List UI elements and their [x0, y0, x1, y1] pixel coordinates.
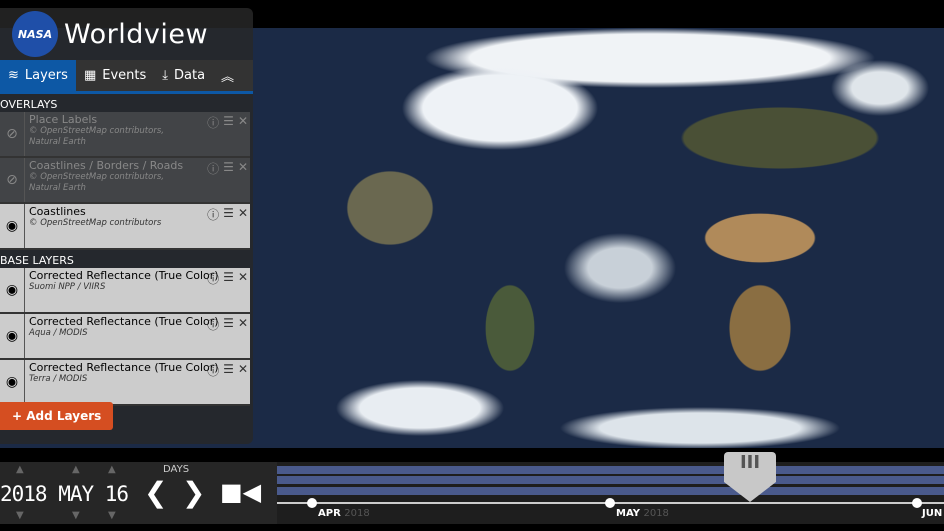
collapse-button[interactable]: ︽ [213, 60, 242, 91]
settings-sliders-icon[interactable]: ☰ [223, 316, 234, 333]
info-icon[interactable]: ⓘ [207, 114, 219, 131]
layers-icon: ≋ [8, 68, 19, 83]
chevron-up-icon: ︽ [221, 70, 235, 85]
year-up-arrow[interactable]: ▲ [16, 464, 24, 475]
sidebar: NASA Worldview ≋ Layers ▦ Events ⤓ Data ︽ O… [0, 8, 253, 444]
next-day-button[interactable]: ❯ [182, 476, 205, 509]
eye-slash-icon[interactable]: ⊘ [0, 112, 25, 156]
layer-item[interactable]: ◉ Corrected Reflectance (True Color) Ter… [0, 360, 250, 406]
layer-item[interactable]: ◉ Corrected Reflectance (True Color) Aqu… [0, 314, 250, 360]
info-icon[interactable]: ⓘ [207, 316, 219, 333]
eye-icon[interactable]: ◉ [0, 360, 25, 404]
tab-events[interactable]: ▦ Events [76, 60, 154, 91]
layer-item[interactable]: ◉ Coastlines © OpenStreetMap contributor… [0, 204, 250, 250]
close-icon[interactable]: ✕ [238, 114, 248, 131]
close-icon[interactable]: ✕ [238, 206, 248, 223]
eye-icon[interactable]: ◉ [0, 314, 25, 358]
tab-label: Data [174, 68, 206, 83]
app-title: Worldview [64, 18, 209, 50]
settings-sliders-icon[interactable]: ☰ [223, 270, 234, 287]
layer-body: Corrected Reflectance (True Color) Suomi… [25, 268, 250, 312]
month-label-may: MAY 2018 [616, 508, 669, 519]
layer-body: Coastlines / Borders / Roads © OpenStree… [25, 158, 250, 202]
download-icon: ⤓ [162, 68, 168, 83]
layer-body: Coastlines © OpenStreetMap contributors … [25, 204, 250, 248]
layer-body: Place Labels © OpenStreetMap contributor… [25, 112, 250, 156]
layer-body: Corrected Reflectance (True Color) Terra… [25, 360, 250, 404]
timeline-handle[interactable]: III [724, 452, 776, 502]
month-label-apr: APR 2018 [318, 508, 370, 519]
month-label-jun: JUN [922, 508, 943, 519]
tab-data[interactable]: ⤓ Data [154, 60, 213, 91]
settings-sliders-icon[interactable]: ☰ [223, 160, 234, 177]
close-icon[interactable]: ✕ [238, 270, 248, 287]
info-icon[interactable]: ⓘ [207, 206, 219, 223]
close-icon[interactable]: ✕ [238, 316, 248, 333]
tab-label: Layers [24, 68, 68, 83]
calendar-icon: ▦ [83, 68, 97, 83]
tab-layers[interactable]: ≋ Layers [0, 60, 76, 91]
layer-source-2: Natural Earth [29, 137, 86, 147]
eye-icon[interactable]: ◉ [0, 268, 25, 312]
date-display[interactable]: 2018 MAY 16 [0, 482, 129, 506]
month-up-arrow[interactable]: ▲ [72, 464, 80, 475]
info-icon[interactable]: ⓘ [207, 160, 219, 177]
layer-item[interactable]: ⊘ Place Labels © OpenStreetMap contribut… [0, 112, 250, 158]
overlays-heading: OVERLAYS [0, 98, 58, 111]
video-camera-icon[interactable]: ■◀ [220, 478, 261, 506]
settings-sliders-icon[interactable]: ☰ [223, 206, 234, 223]
year-down-arrow[interactable]: ▼ [16, 510, 24, 521]
close-icon[interactable]: ✕ [238, 362, 248, 379]
settings-sliders-icon[interactable]: ☰ [223, 114, 234, 131]
month-down-arrow[interactable]: ▼ [72, 510, 80, 521]
timeline-track[interactable]: APR 2018 MAY 2018 JUN III [277, 452, 944, 524]
eye-icon[interactable]: ◉ [0, 204, 25, 248]
prev-day-button[interactable]: ❮ [144, 476, 167, 509]
day-down-arrow[interactable]: ▼ [108, 510, 116, 521]
interval-unit[interactable]: DAYS [163, 464, 189, 475]
layer-body: Corrected Reflectance (True Color) Aqua … [25, 314, 250, 358]
eye-slash-icon[interactable]: ⊘ [0, 158, 25, 202]
layer-item[interactable]: ◉ Corrected Reflectance (True Color) Suo… [0, 268, 250, 314]
tab-label: Events [102, 68, 147, 83]
app-logo[interactable]: NASA Worldview [0, 8, 253, 60]
add-layers-button[interactable]: + Add Layers [0, 402, 114, 430]
info-icon[interactable]: ⓘ [207, 270, 219, 287]
layer-source-2: Natural Earth [29, 183, 86, 193]
nasa-logo: NASA [12, 11, 58, 57]
layer-item[interactable]: ⊘ Coastlines / Borders / Roads © OpenStr… [0, 158, 250, 204]
close-icon[interactable]: ✕ [238, 160, 248, 177]
day-up-arrow[interactable]: ▲ [108, 464, 116, 475]
info-icon[interactable]: ⓘ [207, 362, 219, 379]
timeline: ▲ ▲ ▲ 2018 MAY 16 ▼ ▼ ▼ DAYS ❮ ❯ ■◀ APR … [0, 452, 944, 524]
base-layers-heading: BASE LAYERS [0, 254, 74, 267]
settings-sliders-icon[interactable]: ☰ [223, 362, 234, 379]
